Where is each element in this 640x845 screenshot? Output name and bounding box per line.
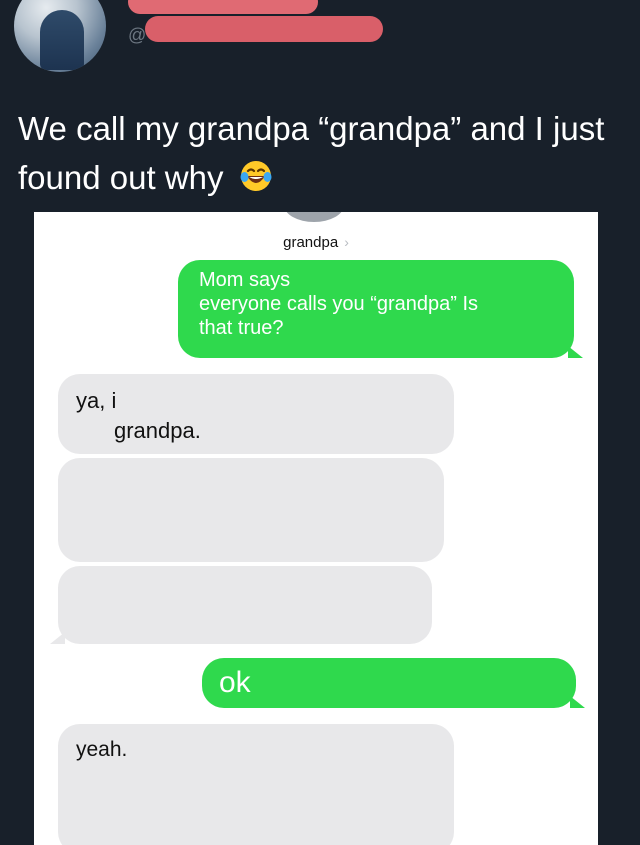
message-bubble-sent: Mom says everyone calls you “grandpa” Is… <box>178 260 583 358</box>
message-line: ya, i <box>76 388 117 413</box>
message-line: that true? <box>199 317 284 339</box>
message-bubble-received: yeah. <box>58 724 454 845</box>
bubble-tail <box>50 632 65 644</box>
redacted-display-name <box>128 0 318 14</box>
author-avatar[interactable] <box>14 0 106 72</box>
message-line: everyone calls you “grandpa” Is <box>199 293 479 315</box>
message-line: Mom says <box>199 269 291 291</box>
contact-header[interactable]: grandpa › <box>34 234 598 251</box>
message-bubble-received-empty <box>58 458 444 562</box>
message-bubble-sent: ok <box>202 658 585 708</box>
imessage-screenshot: grandpa › Mom says everyone calls you “gr… <box>34 212 598 845</box>
tweet-text-body: We call my grandpa “grandpa” and I just … <box>18 110 605 196</box>
message-bubble-received-empty <box>50 566 432 644</box>
chevron-right-icon: › <box>344 234 349 250</box>
contact-name: grandpa <box>283 234 339 251</box>
redacted-handle <box>145 16 383 42</box>
avatar-figure <box>40 10 84 70</box>
tweet-text: We call my grandpa “grandpa” and I just … <box>18 104 628 202</box>
bubble-tail <box>568 346 583 358</box>
message-line: ok <box>219 666 251 699</box>
message-line: yeah. <box>76 738 128 761</box>
bubble-tail <box>570 696 585 708</box>
face-with-tears-of-joy-icon <box>239 157 273 191</box>
message-bubble-received: ya, i grandpa. <box>58 374 454 454</box>
contact-avatar[interactable] <box>284 212 344 222</box>
message-line: grandpa. <box>114 418 201 443</box>
